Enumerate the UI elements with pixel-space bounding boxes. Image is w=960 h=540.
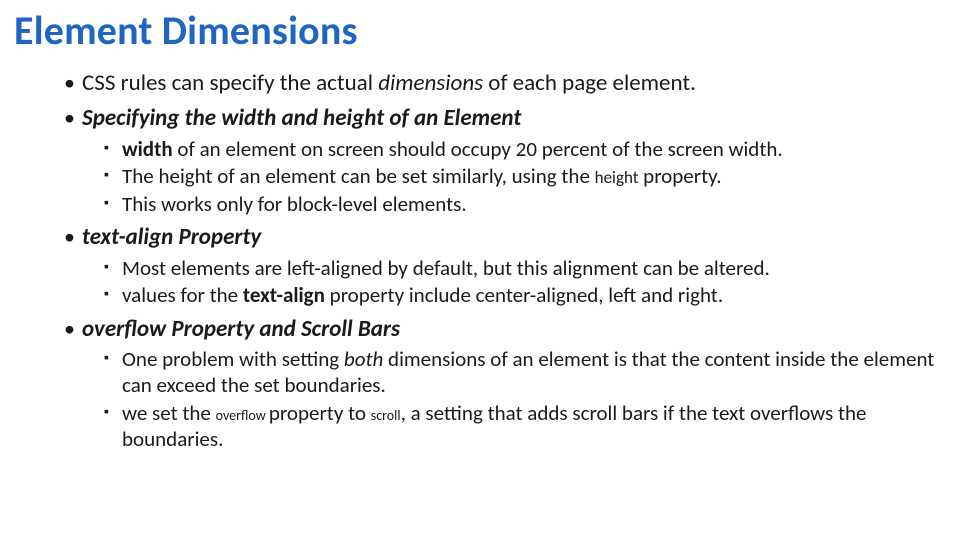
text: This works only for block-level elements… [122, 191, 467, 217]
text: property to [269, 400, 371, 426]
text-em: both [344, 346, 383, 372]
sub-bullet: The height of an element can be set simi… [104, 163, 946, 189]
bullet-overflow-heading: overflow Property and Scroll Bars [64, 315, 946, 344]
text-bi: Specifying the width and height of an El… [82, 104, 521, 132]
text-kw: overflow [216, 407, 269, 424]
sub-bullet: values for the text-align property inclu… [104, 282, 946, 308]
text: property. [638, 163, 721, 189]
text-kw: scroll [371, 407, 401, 424]
sub-bullet: width of an element on screen should occ… [104, 136, 946, 162]
text-em: dimensions [378, 69, 483, 97]
sub-bullet: One problem with setting both dimensions… [104, 346, 946, 399]
text: Most elements are left-aligned by defaul… [122, 255, 770, 281]
text: of each page element. [483, 69, 696, 97]
sub-bullet: Most elements are left-aligned by defaul… [104, 255, 946, 281]
bullet-dimensions-intro: CSS rules can specify the actual dimensi… [64, 69, 946, 98]
text: values for the [122, 282, 243, 308]
sub-bullet: we set the overflow property to scroll, … [104, 400, 946, 453]
text: of an element on screen should occupy 20… [177, 136, 782, 162]
bullet-width-height-heading: Specifying the width and height of an El… [64, 104, 946, 133]
text: The height of an element can be set simi… [122, 163, 595, 189]
text: property include center-aligned, left an… [330, 282, 723, 308]
text-bold: text-align [243, 282, 330, 308]
text-bi: text-align Property [82, 223, 261, 251]
text: One problem with setting [122, 346, 344, 372]
text-bold: width [122, 136, 177, 162]
bullet-text-align-heading: text-align Property [64, 223, 946, 252]
sub-bullet: This works only for block-level elements… [104, 191, 946, 217]
sub-list-width-height: width of an element on screen should occ… [64, 136, 946, 217]
sub-list-overflow: One problem with setting both dimensions… [64, 346, 946, 453]
text: we set the [122, 400, 216, 426]
sub-list-text-align: Most elements are left-aligned by defaul… [64, 255, 946, 309]
slide: Element Dimensions CSS rules can specify… [0, 0, 960, 463]
page-title: Element Dimensions [14, 6, 946, 55]
text-kw: height [595, 167, 639, 188]
content-area: CSS rules can specify the actual dimensi… [14, 69, 946, 453]
text-bi: overflow Property and Scroll Bars [82, 315, 400, 343]
text: CSS rules can specify the actual [82, 69, 378, 97]
